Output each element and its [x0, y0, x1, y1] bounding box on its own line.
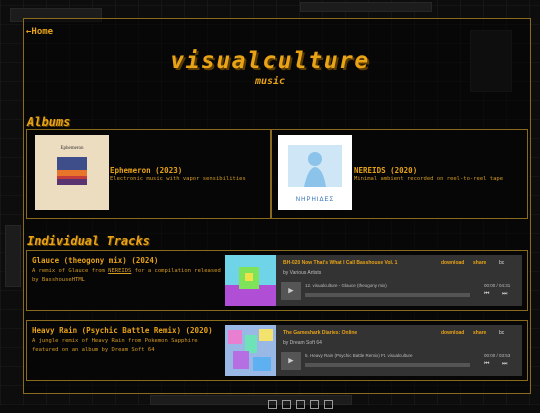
bandcamp-logo-icon[interactable]: bc — [499, 260, 504, 266]
bandcamp-logo-icon[interactable]: bc — [499, 330, 504, 336]
track-description: A jungle remix of Heavy Rain from Pokemo… — [32, 337, 227, 354]
share-link[interactable]: share — [473, 260, 486, 266]
player-time: 00:00 / 04:31 — [484, 283, 511, 288]
album-cover-text: ΝΗΡΗΙΔΕΣ — [295, 197, 335, 203]
progress-bar[interactable] — [305, 293, 470, 297]
progress-bar[interactable] — [305, 363, 470, 367]
album-card-nereids[interactable]: ΝΗΡΗΙΔΕΣ NEREIDS (2020) Minimal ambient … — [271, 129, 528, 219]
download-link[interactable]: download — [441, 330, 464, 336]
home-link[interactable]: ←Home — [26, 27, 53, 37]
album-description: Electronic music with vapor sensibilitie… — [110, 176, 246, 182]
player-title[interactable]: The Gameshark Diaries: Online — [283, 330, 357, 336]
track-description-text: A remix of Glauce from — [32, 268, 109, 274]
site-subtitle: music — [254, 76, 286, 87]
share-link[interactable]: share — [473, 330, 486, 336]
previous-icon[interactable]: ⏮ — [484, 360, 489, 368]
player-artist[interactable]: by Dream Soft 64 — [283, 340, 322, 346]
album-cover-ephemeron[interactable]: Ephemeron — [35, 135, 109, 210]
album-card-ephemeron[interactable]: Ephemeron Ephemeron (2023) Electronic mu… — [26, 129, 271, 219]
player-title[interactable]: BH-020 Now That's What I Call Basshouse … — [283, 260, 397, 266]
track-title: Glauce (theogony mix) (2024) — [32, 256, 159, 265]
site-title: visualculture — [170, 48, 370, 74]
album-art-icon — [225, 255, 276, 306]
album-art-icon — [225, 325, 276, 376]
player-time: 00:00 / 03:53 — [484, 353, 511, 358]
download-link[interactable]: download — [441, 260, 464, 266]
player-track-name: 5. Heavy Rain (Psychic Battle Remix) Ft.… — [305, 353, 413, 358]
previous-icon[interactable]: ⏮ — [484, 290, 489, 298]
track-card-glauce: Glauce (theogony mix) (2024) A remix of … — [26, 250, 528, 311]
album-description: Minimal ambient recorded on reel-to-reel… — [354, 176, 504, 182]
player-artist[interactable]: by Various Artists — [283, 270, 321, 276]
albums-heading: Albums — [27, 115, 71, 129]
player-track-name: 12. visualculture - Glauce (theogony mix… — [305, 283, 387, 288]
bottom-decoration — [268, 394, 348, 409]
nereids-link[interactable]: NEREIDS — [108, 268, 131, 274]
play-icon[interactable]: ▶ — [281, 352, 301, 370]
track-title: Heavy Rain (Psychic Battle Remix) (2020) — [32, 326, 213, 335]
track-description-text: A jungle remix of Heavy Rain from Pokemo… — [32, 338, 198, 353]
tracks-heading: Individual Tracks — [27, 234, 150, 248]
bandcamp-player[interactable]: The Gameshark Diaries: Online by Dream S… — [225, 325, 522, 376]
track-card-heavy-rain: Heavy Rain (Psychic Battle Remix) (2020)… — [26, 320, 528, 381]
next-icon[interactable]: ⏭ — [502, 360, 507, 368]
play-icon[interactable]: ▶ — [281, 282, 301, 300]
album-title[interactable]: NEREIDS (2020) — [354, 166, 417, 175]
album-title[interactable]: Ephemeron (2023) — [110, 166, 182, 175]
album-cover-nereids[interactable]: ΝΗΡΗΙΔΕΣ — [278, 135, 352, 210]
track-description: A remix of Glauce from NEREIDS for a com… — [32, 267, 227, 284]
next-icon[interactable]: ⏭ — [502, 290, 507, 298]
sunset-art-icon — [57, 157, 87, 185]
bandcamp-player[interactable]: BH-020 Now That's What I Call Basshouse … — [225, 255, 522, 306]
